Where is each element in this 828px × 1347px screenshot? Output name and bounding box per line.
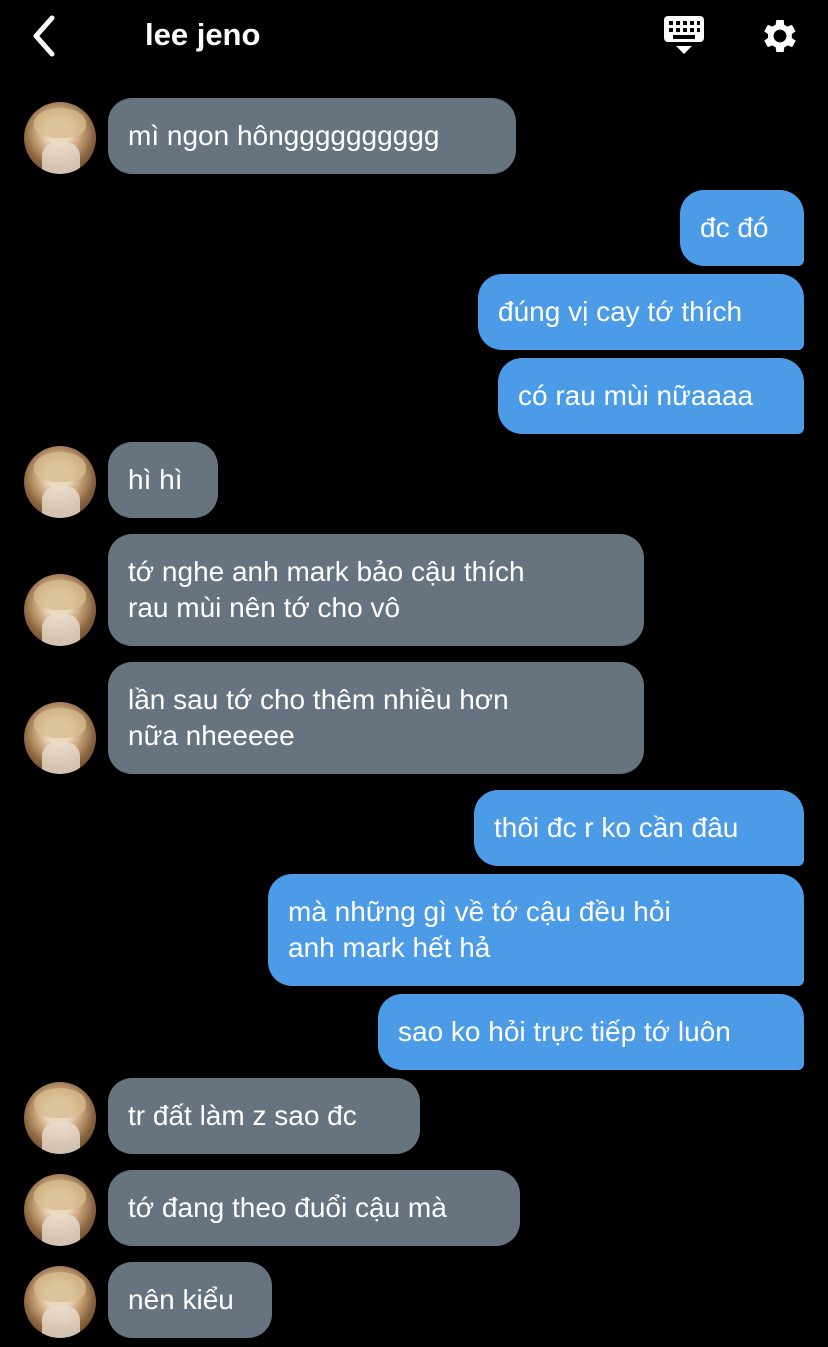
outgoing-message[interactable]: đc đó xyxy=(680,190,804,266)
incoming-message[interactable]: mì ngon hôngggggggggg xyxy=(108,98,516,174)
contact-avatar[interactable] xyxy=(24,1082,96,1154)
contact-avatar[interactable] xyxy=(24,574,96,646)
chat-title: lee jeno xyxy=(145,17,261,52)
outgoing-message[interactable]: thôi đc r ko cần đâu xyxy=(474,790,804,866)
incoming-message[interactable]: lần sau tớ cho thêm nhiều hơn nữa nheeee… xyxy=(108,662,644,774)
contact-avatar[interactable] xyxy=(24,1266,96,1338)
incoming-message[interactable]: tr đất làm z sao đc xyxy=(108,1078,420,1154)
back-chevron-icon[interactable] xyxy=(26,14,66,58)
gear-icon[interactable] xyxy=(758,14,802,58)
incoming-message[interactable]: tớ nghe anh mark bảo cậu thích rau mùi n… xyxy=(108,534,644,646)
outgoing-message[interactable]: có rau mùi nữaaaa xyxy=(498,358,804,434)
incoming-message[interactable]: nên kiểu xyxy=(108,1262,272,1338)
outgoing-message[interactable]: mà những gì về tớ cậu đều hỏi anh mark h… xyxy=(268,874,804,986)
outgoing-message[interactable]: đúng vị cay tớ thích xyxy=(478,274,804,350)
contact-avatar[interactable] xyxy=(24,1174,96,1246)
keyboard-icon[interactable] xyxy=(662,14,706,58)
contact-avatar[interactable] xyxy=(24,446,96,518)
top-bar: lee jeno xyxy=(0,0,828,72)
contact-avatar[interactable] xyxy=(24,702,96,774)
incoming-message[interactable]: hì hì xyxy=(108,442,218,518)
incoming-message[interactable]: tớ đang theo đuổi cậu mà xyxy=(108,1170,520,1246)
contact-avatar[interactable] xyxy=(24,102,96,174)
outgoing-message[interactable]: sao ko hỏi trực tiếp tớ luôn xyxy=(378,994,804,1070)
